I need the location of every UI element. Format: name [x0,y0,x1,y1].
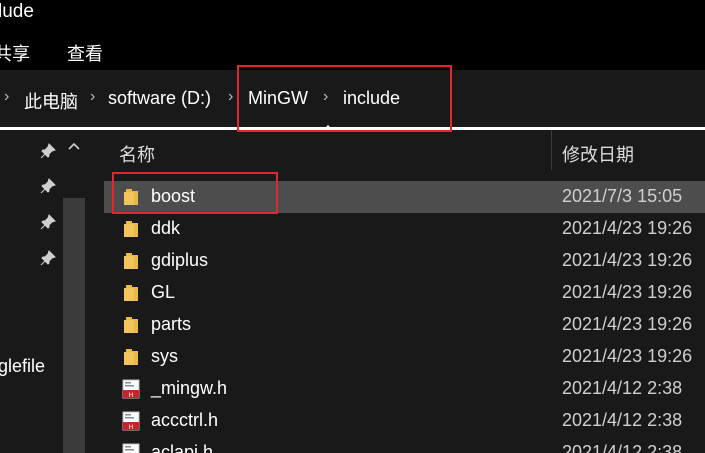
pin-icon[interactable] [40,178,56,194]
column-header-name[interactable]: 名称 [119,141,155,167]
file-date: 2021/4/23 19:26 [562,282,693,302]
file-row-boost[interactable]: boost 2021/7/3 15:05 [104,181,705,213]
file-row-sys[interactable]: sys 2021/4/23 19:26 [104,341,705,373]
pin-icon[interactable] [40,250,56,266]
svg-text:H: H [129,392,134,399]
nav-scrollbar-thumb[interactable] [63,198,85,453]
file-date: 2021/4/12 2:38 [562,410,683,430]
address-bar[interactable]: › 此电脑 › software (D:) › MinGW › include [0,70,705,127]
header-file-icon [122,443,140,453]
nav-item-label[interactable]: glefile [0,356,45,377]
file-name: parts [151,314,192,334]
file-name: aclapi.h [151,442,214,453]
pin-icon[interactable] [40,143,56,159]
file-name: ddk [151,218,181,238]
address-bar-divider [0,127,705,130]
file-row-accctrl-h[interactable]: H accctrl.h 2021/4/12 2:38 [104,405,705,437]
file-row-parts[interactable]: parts 2021/4/23 19:26 [104,309,705,341]
header-file-icon: H [122,411,140,431]
ribbon: 共享 查看 [0,33,705,70]
folder-icon [124,189,138,205]
breadcrumb-mingw[interactable]: MinGW [248,88,308,109]
column-header-date-modified[interactable]: 修改日期 [562,141,634,167]
window-title: lude [0,1,34,22]
folder-icon [124,285,138,301]
tab-share[interactable]: 共享 [0,40,30,66]
file-row-aclapi-h[interactable]: aclapi.h 2021/4/12 2:38 [104,437,705,453]
file-date: 2021/4/23 19:26 [562,218,693,238]
svg-text:H: H [129,424,134,431]
tab-view[interactable]: 查看 [67,40,103,66]
collapse-ribbon-icon[interactable] [323,125,333,131]
folder-icon [124,221,138,237]
file-name: _mingw.h [151,378,228,398]
chevron-right-icon[interactable]: › [323,88,328,106]
folder-icon [124,253,138,269]
chevron-right-icon[interactable]: › [4,88,9,106]
file-name: GL [151,282,176,302]
file-name: accctrl.h [151,410,219,430]
file-row-gl[interactable]: GL 2021/4/23 19:26 [104,277,705,309]
file-row-ddk[interactable]: ddk 2021/4/23 19:26 [104,213,705,245]
file-date: 2021/7/3 15:05 [562,186,683,206]
header-file-icon: H [122,379,140,399]
file-date: 2021/4/23 19:26 [562,346,693,366]
file-row-gdiplus[interactable]: gdiplus 2021/4/23 19:26 [104,245,705,277]
breadcrumb-software-d[interactable]: software (D:) [108,88,211,109]
file-name: boost [151,186,196,206]
chevron-right-icon[interactable]: › [228,88,233,106]
pin-icon[interactable] [40,214,56,230]
file-date: 2021/4/12 2:38 [562,442,683,453]
chevron-right-icon[interactable]: › [90,88,95,106]
file-name: sys [151,346,178,366]
breadcrumb-this-pc[interactable]: 此电脑 [24,88,78,114]
file-name: gdiplus [151,250,209,270]
file-date: 2021/4/12 2:38 [562,378,683,398]
column-divider[interactable] [551,130,552,170]
file-date: 2021/4/23 19:26 [562,314,693,334]
folder-icon [124,317,138,333]
title-bar: lude [0,0,705,33]
scroll-up-icon[interactable] [67,141,81,151]
folder-icon [124,349,138,365]
file-row-mingw-h[interactable]: H _mingw.h 2021/4/12 2:38 [104,373,705,405]
file-date: 2021/4/23 19:26 [562,250,693,270]
breadcrumb-include[interactable]: include [343,88,400,109]
